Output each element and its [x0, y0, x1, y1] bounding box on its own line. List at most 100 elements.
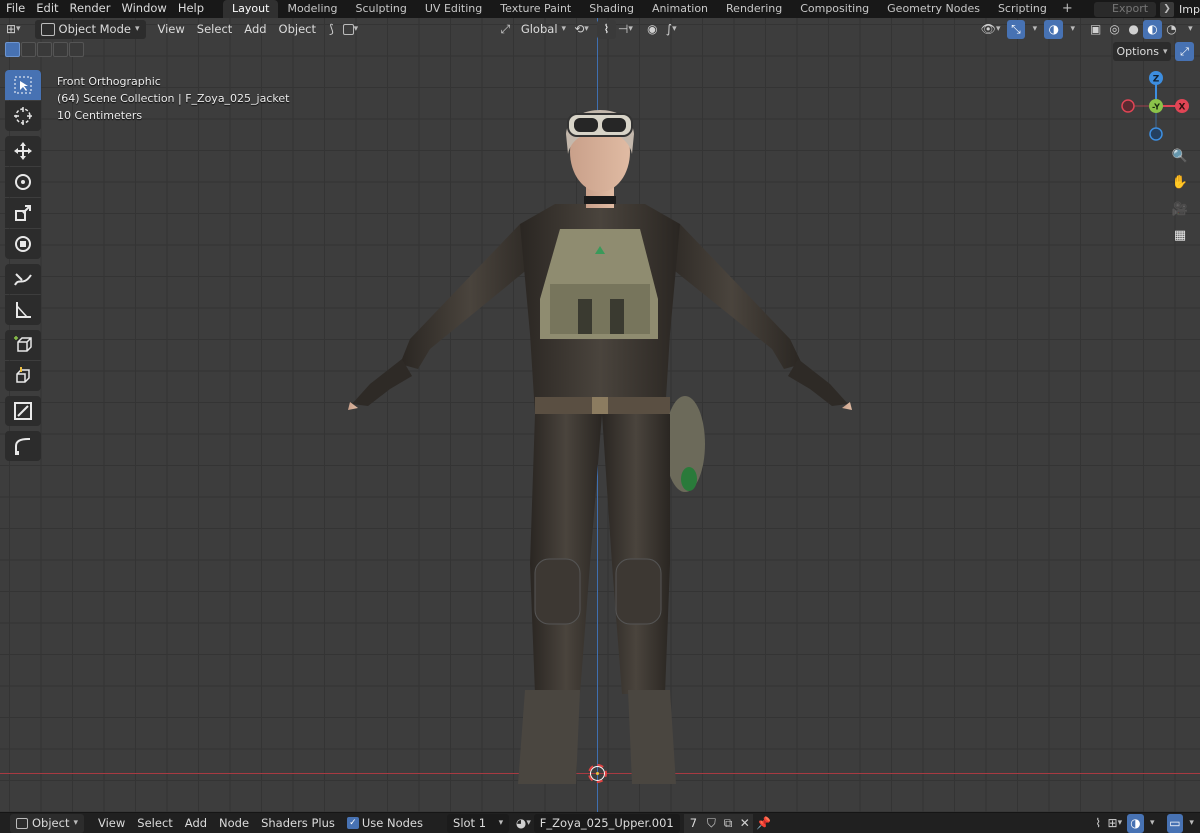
node-overlays-icon[interactable]: ◑ — [1127, 813, 1144, 833]
auto-keying-icon[interactable]: ⤢ — [1175, 42, 1194, 61]
tab-uv-editing[interactable]: UV Editing — [416, 0, 491, 18]
select-subtract-icon[interactable] — [37, 42, 52, 57]
tab-modeling[interactable]: Modeling — [278, 0, 346, 18]
backdrop-icon[interactable]: ▭ — [1166, 813, 1184, 833]
tab-geometry-nodes[interactable]: Geometry Nodes — [878, 0, 989, 18]
snap-grid-icon[interactable]: ⊞ ▾ — [1107, 814, 1124, 833]
menu-help[interactable]: Help — [172, 0, 209, 18]
falloff-icon[interactable]: ∫ ▾ — [662, 20, 681, 39]
options-dropdown[interactable]: Options ▾ — [1113, 42, 1171, 61]
character-model[interactable] — [340, 84, 860, 784]
tab-animation[interactable]: Animation — [643, 0, 717, 18]
camera-view-icon[interactable]: 🎥 — [1168, 197, 1192, 221]
curve-tool[interactable] — [5, 431, 41, 461]
select-box-tool[interactable] — [5, 70, 41, 100]
slot-dropdown[interactable]: Slot 1 ▾ — [447, 813, 510, 833]
pivot-point-icon[interactable]: ⟲ ▾ — [572, 20, 591, 39]
menu-render[interactable]: Render — [64, 0, 116, 18]
zoom-icon[interactable]: 🔍 — [1168, 144, 1192, 168]
select-invert-icon[interactable] — [53, 42, 68, 57]
gizmo-neg-z-axis[interactable] — [1149, 127, 1163, 141]
gizmo-options-icon[interactable]: ▾ — [1025, 20, 1044, 39]
menu-add[interactable]: Add — [179, 814, 213, 833]
belt-buckle — [592, 397, 608, 415]
unlink-close-icon[interactable]: ✕ — [736, 813, 754, 833]
user-count[interactable]: 7 — [683, 813, 704, 833]
menu-view[interactable]: View — [152, 20, 191, 39]
tab-sculpting[interactable]: Sculpting — [347, 0, 416, 18]
overlays-toggle-icon[interactable]: ◑ — [1044, 19, 1064, 39]
gravity-icon[interactable]: ⟆ — [322, 20, 341, 39]
duplicate-material-icon[interactable]: ⧉ — [719, 813, 737, 833]
menu-edit[interactable]: Edit — [30, 0, 63, 18]
object-options-icon[interactable]: ▾ — [341, 20, 360, 39]
gizmo-toggle-icon[interactable]: ⤡ — [1006, 19, 1026, 39]
menu-window[interactable]: Window — [115, 0, 171, 18]
tab-texture-paint[interactable]: Texture Paint — [491, 0, 580, 18]
editor-object-dropdown[interactable]: Object ▾ — [10, 813, 84, 833]
annotate-tool[interactable] — [5, 264, 41, 294]
measure-tool[interactable] — [5, 295, 41, 325]
select-new-icon[interactable] — [5, 42, 20, 57]
menu-file[interactable]: File — [0, 0, 30, 18]
wireframe-shading-icon[interactable]: ◎ — [1105, 20, 1124, 39]
menu-select[interactable]: Select — [191, 20, 238, 39]
tab-shading[interactable]: Shading — [580, 0, 643, 18]
select-intersect-icon[interactable] — [69, 42, 84, 57]
material-name-field[interactable]: F_Zoya_025_Upper.001 — [533, 813, 680, 833]
snap-magnet-icon[interactable]: ⌇ — [1090, 814, 1107, 833]
menu-add[interactable]: Add — [238, 20, 272, 39]
tool-shelf — [5, 70, 41, 462]
solid-shading-icon[interactable]: ● — [1124, 20, 1143, 39]
mode-dropdown[interactable]: Object Mode ▾ — [34, 19, 146, 39]
visibility-icon[interactable]: 👁 ▾ — [981, 20, 1001, 39]
menu-shaders-plus[interactable]: Shaders Plus — [255, 814, 341, 833]
transform-tool[interactable] — [5, 229, 41, 259]
fake-user-shield-icon[interactable]: ⛉ — [703, 813, 720, 833]
cursor-tool[interactable] — [5, 101, 41, 131]
menu-node[interactable]: Node — [213, 814, 255, 833]
transform-orientation-icon[interactable]: ⤢ — [496, 20, 515, 39]
add-workspace-button[interactable]: + — [1056, 1, 1079, 17]
menu-view[interactable]: View — [92, 814, 131, 833]
use-nodes-toggle[interactable]: ✓ Use Nodes — [341, 814, 429, 833]
export-button[interactable]: Export — [1094, 1, 1157, 17]
checkmark-icon[interactable]: ✓ — [346, 817, 359, 829]
tab-layout[interactable]: Layout — [223, 0, 279, 18]
navigation-gizmo[interactable]: Z X -Y — [1110, 68, 1200, 148]
3d-cursor-icon[interactable] — [588, 764, 607, 783]
node-overlays-options-icon[interactable]: ▾ — [1144, 814, 1161, 833]
proportional-editing-icon[interactable]: ◉ — [643, 20, 662, 39]
snap-icon[interactable]: ⌇ — [596, 19, 616, 39]
xray-icon[interactable]: ▣ — [1086, 20, 1105, 39]
overlays-options-icon[interactable]: ▾ — [1063, 20, 1082, 39]
tab-compositing[interactable]: Compositing — [791, 0, 878, 18]
select-extend-icon[interactable] — [21, 42, 36, 57]
menu-object[interactable]: Object — [273, 20, 322, 39]
tab-rendering[interactable]: Rendering — [717, 0, 791, 18]
transform-orientation-dropdown[interactable]: Global ▾ — [515, 20, 572, 39]
rotate-tool[interactable] — [5, 167, 41, 197]
scale-tool[interactable] — [5, 198, 41, 228]
tab-scripting[interactable]: Scripting — [989, 0, 1056, 18]
pin-icon[interactable]: 📌 — [755, 814, 772, 833]
gizmo-neg-x-axis[interactable] — [1121, 99, 1135, 113]
3d-viewport[interactable]: ⊞ ▾ Object Mode ▾ View Select Add Object … — [0, 18, 1200, 812]
material-browse-icon[interactable]: ◕ ▾ — [515, 814, 532, 833]
menu-select[interactable]: Select — [131, 814, 178, 833]
rendered-shading-icon[interactable]: ◔ — [1162, 20, 1181, 39]
extrude-tool[interactable] — [5, 361, 41, 391]
move-tool[interactable] — [5, 136, 41, 166]
shading-options-icon[interactable]: ▾ — [1181, 20, 1200, 39]
backdrop-options-icon[interactable]: ▾ — [1183, 814, 1200, 833]
material-preview-icon[interactable]: ◐ — [1143, 19, 1162, 39]
add-cube-tool[interactable] — [5, 330, 41, 360]
editor-type-icon[interactable]: ⊞ ▾ — [0, 20, 27, 39]
chevron-right-icon[interactable]: ❯ — [1160, 1, 1175, 17]
snap-target-icon[interactable]: ⊣ ▾ — [616, 20, 635, 39]
viewport-header: ⊞ ▾ Object Mode ▾ View Select Add Object … — [0, 18, 1200, 40]
orthographic-grid-icon[interactable]: ▦ — [1168, 223, 1192, 247]
pan-hand-icon[interactable]: ✋ — [1168, 170, 1192, 194]
scene-selector[interactable]: Imp — [1176, 3, 1200, 16]
grease-pencil-tool[interactable] — [5, 396, 41, 426]
